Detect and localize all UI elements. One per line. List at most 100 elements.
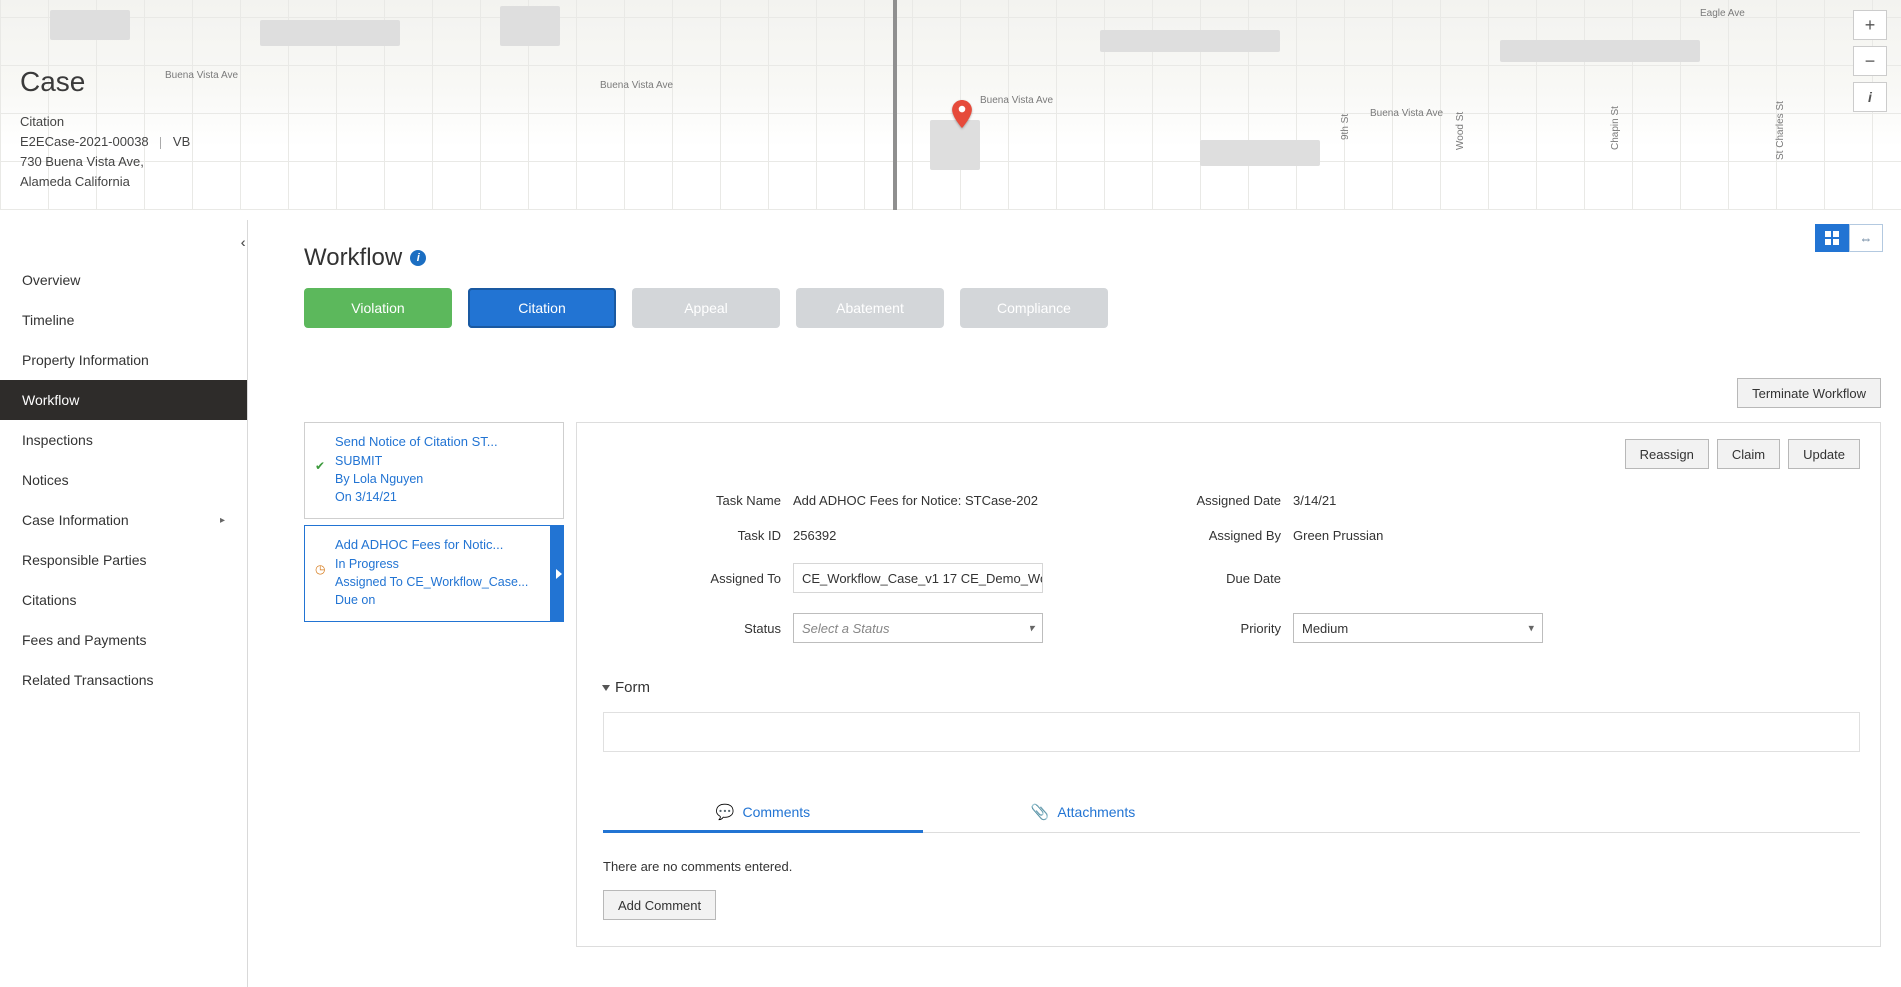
task-status: SUBMIT [335,452,551,470]
street-label: Buena Vista Ave [600,80,673,91]
separator [160,137,161,149]
case-code: VB [173,134,190,149]
sidebar-item-label: Fees and Payments [22,632,147,648]
sidebar-item-label: Overview [22,272,80,288]
sidebar-item-fees[interactable]: Fees and Payments [0,620,247,660]
sidebar-item-workflow[interactable]: Workflow [0,380,247,420]
street-label: 9th St [1340,114,1351,140]
tab-attachments[interactable]: 📎 Attachments [923,792,1243,832]
sidebar-item-label: Timeline [22,312,74,328]
sidebar-item-label: Inspections [22,432,93,448]
stage-citation[interactable]: Citation [468,288,616,328]
page-title: Case [20,66,190,98]
street-label: Buena Vista Ave [1370,108,1443,119]
update-button[interactable]: Update [1788,439,1860,469]
triangle-down-icon [602,685,610,691]
sidebar: ‹‹ Overview Timeline Property Informatio… [0,220,248,987]
task-card-inprogress[interactable]: ◷ Add ADHOC Fees for Notic... In Progres… [304,525,564,622]
sidebar-item-label: Workflow [22,392,79,408]
value-assigned-date: 3/14/21 [1293,493,1573,508]
section-title: Workflow [304,244,402,272]
street-label: St Charles St [1775,101,1786,160]
value-task-id: 256392 [793,528,1073,543]
clock-icon: ◷ [315,561,325,578]
zoom-out-button[interactable]: − [1853,46,1887,76]
sidebar-item-inspections[interactable]: Inspections [0,420,247,460]
label-assigned-by: Assigned By [1073,528,1293,543]
case-address-2: Alameda California [20,172,190,192]
task-title: Add ADHOC Fees for Notic... [335,536,544,555]
stage-abatement: Abatement [796,288,944,328]
map-info-button[interactable] [1853,82,1887,112]
priority-select[interactable]: Medium [1293,613,1543,643]
label-priority: Priority [1073,621,1293,636]
task-due: Due on [335,591,544,609]
add-comment-button[interactable]: Add Comment [603,890,716,920]
tab-label: Attachments [1057,804,1135,820]
stage-label: Appeal [684,300,728,316]
no-comments-text: There are no comments entered. [603,859,1860,874]
case-subtitle: Citation [20,112,190,132]
sidebar-item-related[interactable]: Related Transactions [0,660,247,700]
stage-label: Violation [351,300,404,316]
status-select[interactable]: Select a Status [793,613,1043,643]
task-by: By Lola Nguyen [335,470,551,488]
chevron-right-icon: ▸ [220,515,225,526]
street-label: Chapin St [1610,106,1621,150]
zoom-in-button[interactable]: + [1853,10,1887,40]
reassign-button[interactable]: Reassign [1625,439,1709,469]
sidebar-item-property[interactable]: Property Information [0,340,247,380]
task-card-submit[interactable]: ✔ Send Notice of Citation ST... SUBMIT B… [304,422,564,519]
label-due-date: Due Date [1073,571,1293,586]
stage-label: Citation [518,300,565,316]
map-controls: + − [1853,10,1887,112]
sidebar-item-citations[interactable]: Citations [0,580,247,620]
map-background[interactable]: Buena Vista Ave Buena Vista Ave Buena Vi… [0,0,1901,210]
terminate-workflow-button[interactable]: Terminate Workflow [1737,378,1881,408]
tab-comments[interactable]: 💬 Comments [603,792,923,832]
street-label: Eagle Ave [1700,8,1745,19]
sidebar-item-timeline[interactable]: Timeline [0,300,247,340]
case-number: E2ECase-2021-00038 [20,134,149,149]
task-status: In Progress [335,555,544,573]
tab-label: Comments [743,804,811,820]
sidebar-item-label: Related Transactions [22,672,154,688]
stage-label: Abatement [836,300,904,316]
label-status: Status [603,621,793,636]
stage-row: Violation Citation Appeal Abatement Comp… [304,288,1881,328]
sidebar-item-label: Citations [22,592,76,608]
check-circle-icon: ✔ [315,458,325,475]
street-label: Wood St [1455,112,1466,150]
stage-appeal: Appeal [632,288,780,328]
stage-compliance: Compliance [960,288,1108,328]
value-assigned-by: Green Prussian [1293,528,1573,543]
task-detail-panel: Reassign Claim Update Task Name Add ADHO… [576,422,1881,947]
stage-violation[interactable]: Violation [304,288,452,328]
label-assigned-to: Assigned To [603,571,793,586]
task-title: Send Notice of Citation ST... [335,433,551,452]
sidebar-item-overview[interactable]: Overview [0,260,247,300]
task-assigned: Assigned To CE_Workflow_Case... [335,573,544,591]
sidebar-item-label: Notices [22,472,69,488]
form-header[interactable]: Form [603,679,1860,696]
case-address-1: 730 Buena Vista Ave, [20,152,190,172]
sidebar-item-notices[interactable]: Notices [0,460,247,500]
paperclip-icon: 📎 [1031,803,1050,821]
sidebar-item-responsible[interactable]: Responsible Parties [0,540,247,580]
value-task-name: Add ADHOC Fees for Notice: STCase-202 [793,493,1073,508]
case-header: Case Citation E2ECase-2021-00038 VB 730 … [20,66,190,193]
street-label: Buena Vista Ave [980,95,1053,106]
sidebar-item-label: Property Information [22,352,149,368]
claim-button[interactable]: Claim [1717,439,1780,469]
stage-label: Compliance [997,300,1071,316]
main-content: Workflow Violation Citation Appeal Abate… [248,220,1901,987]
info-icon[interactable] [410,250,426,266]
value-assigned-to[interactable]: CE_Workflow_Case_v1 17 CE_Demo_Work [793,563,1043,593]
label-assigned-date: Assigned Date [1073,493,1293,508]
sidebar-item-case-info[interactable]: Case Information▸ [0,500,247,540]
map-pin-icon [952,100,972,128]
task-list: ✔ Send Notice of Citation ST... SUBMIT B… [304,422,564,628]
comment-icon: 💬 [716,803,735,821]
label-task-id: Task ID [603,528,793,543]
sidebar-item-label: Responsible Parties [22,552,147,568]
